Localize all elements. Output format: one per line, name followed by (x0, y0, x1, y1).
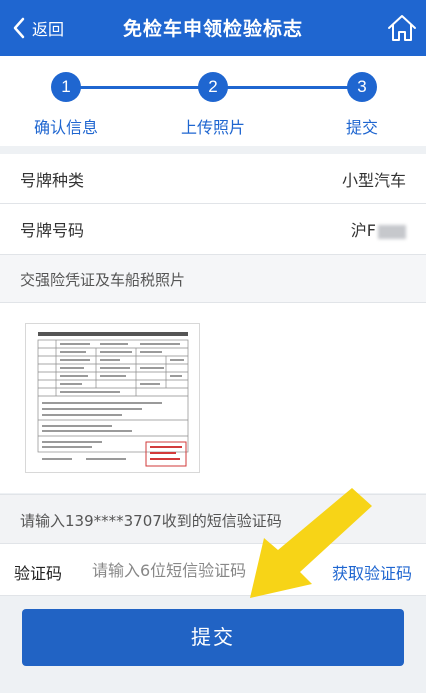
plate-number-text: 沪F (350, 221, 376, 240)
section-gap (0, 146, 426, 154)
step-label: 上传照片 (180, 118, 245, 137)
plate-number-value: 沪F (351, 217, 406, 241)
step-label: 确认信息 (33, 118, 98, 137)
step-1: 1 确认信息 (11, 72, 121, 138)
plate-number-row: 号牌号码 沪F (0, 204, 426, 255)
plate-type-label: 号牌种类 (20, 170, 85, 190)
home-icon[interactable] (386, 12, 418, 44)
verification-code-label: 验证码 (14, 564, 63, 583)
photo-area (0, 303, 426, 493)
step-number: 3 (347, 72, 377, 102)
progress-steps: 1 确认信息 2 上传照片 3 提交 (0, 56, 426, 146)
page-title: 免检车申领检验标志 (122, 18, 303, 40)
plate-type-value: 小型汽车 (341, 170, 406, 190)
photo-section-title: 交强险凭证及车船税照片 (20, 271, 186, 289)
top-bar: 返回 免检车申领检验标志 (0, 0, 426, 56)
redacted-plate (378, 224, 406, 239)
insurance-certificate-thumbnail[interactable] (25, 323, 200, 473)
step-3: 3 提交 (307, 72, 417, 138)
plate-number-label: 号牌号码 (20, 221, 85, 240)
plate-type-row: 号牌种类 小型汽车 (0, 154, 426, 204)
step-number: 2 (198, 72, 228, 102)
step-number: 1 (51, 72, 81, 102)
submit-button[interactable]: 提交 (22, 609, 404, 666)
photo-section-header: 交强险凭证及车船税照片 (0, 255, 426, 303)
step-2: 2 上传照片 (158, 72, 268, 138)
document-image (37, 332, 189, 467)
step-label: 提交 (345, 118, 378, 137)
annotation-arrow-icon (250, 488, 372, 598)
